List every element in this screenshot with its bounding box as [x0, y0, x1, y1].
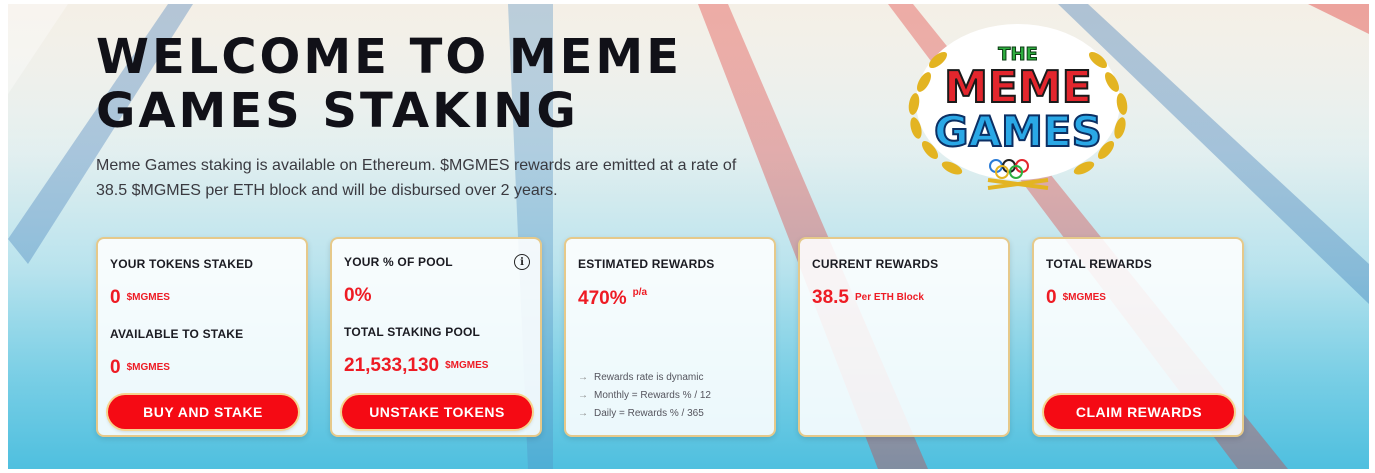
arrow-right-icon: → — [578, 390, 588, 401]
rewards-notes: → Rewards rate is dynamic → Monthly = Rewa… — [578, 369, 711, 423]
tokens-staked-label: YOUR TOKENS STAKED — [110, 257, 254, 271]
total-rewards-card: TOTAL REWARDS 0 $MGMES CLAIM REWARDS — [1032, 237, 1244, 437]
current-rewards-label: CURRENT REWARDS — [812, 257, 939, 271]
arrow-right-icon: → — [578, 372, 588, 383]
per-annum-suffix: p/a — [632, 287, 648, 298]
estimated-rewards-value: 470% p/a — [578, 287, 648, 309]
tokens-staked-value: 0 $MGMES — [110, 287, 170, 308]
available-to-stake-value: 0 $MGMES — [110, 357, 170, 378]
available-to-stake-label: AVAILABLE TO STAKE — [110, 327, 244, 341]
staking-description: Meme Games staking is available on Ether… — [96, 157, 737, 199]
current-rewards-card: CURRENT REWARDS 38.5 Per ETH Block — [798, 237, 1010, 437]
estimated-rewards-card: ESTIMATED REWARDS 470% p/a → Rewards rate … — [564, 237, 776, 437]
staking-banner: WELCOME TO MEME GAMES STAKING Meme Games… — [8, 4, 1369, 469]
total-rewards-unit: $MGMES — [1062, 292, 1106, 303]
current-rewards-unit: Per ETH Block — [854, 292, 924, 303]
arrow-right-icon: → — [578, 408, 588, 419]
buy-and-stake-button[interactable]: BUY AND STAKE — [108, 395, 298, 429]
pool-share-label: YOUR % OF POOL — [344, 255, 453, 269]
estimated-rewards-label: ESTIMATED REWARDS — [578, 257, 715, 271]
svg-text:MEME: MEME — [944, 62, 1092, 113]
total-staking-pool-unit: $MGMES — [445, 360, 489, 371]
svg-text:GAMES: GAMES — [934, 107, 1102, 156]
total-rewards-label: TOTAL REWARDS — [1046, 257, 1152, 271]
rewards-note: → Rewards rate is dynamic — [578, 372, 704, 383]
total-staking-pool-label: TOTAL STAKING POOL — [344, 325, 481, 339]
claim-rewards-button[interactable]: CLAIM REWARDS — [1044, 395, 1234, 429]
unstake-tokens-button[interactable]: UNSTAKE TOKENS — [342, 395, 532, 429]
rewards-note: → Monthly = Rewards % / 12 — [578, 390, 711, 401]
tokens-staked-card: YOUR TOKENS STAKED 0 $MGMES AVAILABLE TO … — [96, 237, 308, 437]
info-icon[interactable]: i — [514, 254, 530, 270]
total-staking-pool-value: 21,533,130 $MGMES — [344, 355, 489, 376]
total-rewards-value: 0 $MGMES — [1046, 287, 1106, 308]
meme-games-logo: THE MEME GAMES — [908, 24, 1128, 190]
page-title: WELCOME TO MEME GAMES STAKING — [96, 29, 682, 139]
rewards-note: → Daily = Rewards % / 365 — [578, 408, 704, 419]
pool-share-card: YOUR % OF POOL i 0% TOTAL STAKING POOL 2… — [330, 237, 542, 437]
current-rewards-value: 38.5 Per ETH Block — [812, 287, 924, 308]
available-to-stake-unit: $MGMES — [126, 362, 170, 373]
pool-share-value: 0% — [344, 285, 372, 306]
tokens-staked-unit: $MGMES — [126, 292, 170, 303]
